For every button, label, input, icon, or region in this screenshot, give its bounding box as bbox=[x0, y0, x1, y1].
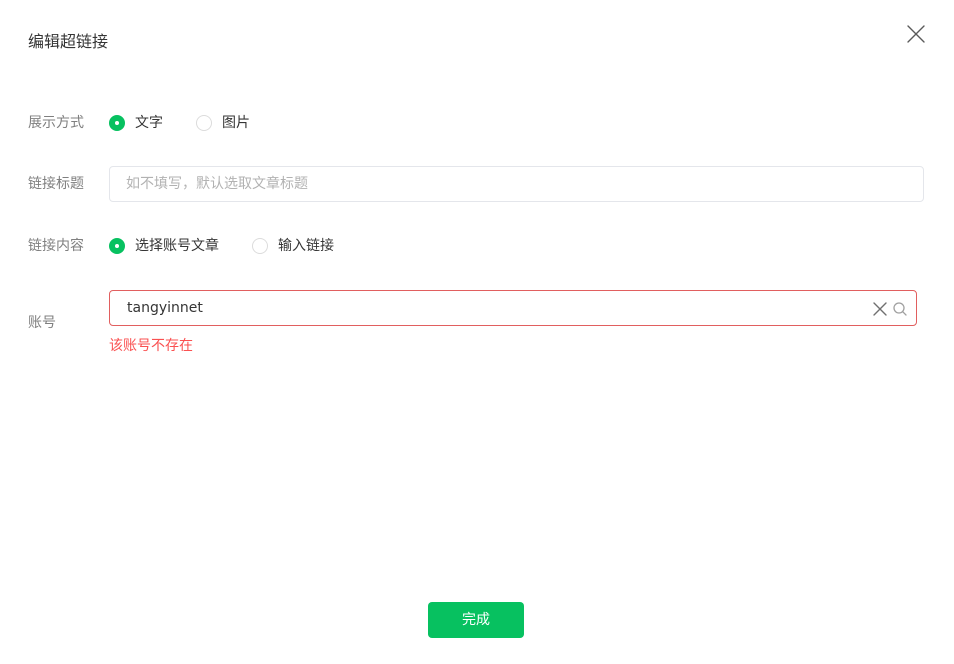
radio-label: 输入链接 bbox=[278, 238, 334, 254]
link-title-input[interactable] bbox=[109, 166, 924, 202]
radio-label: 文字 bbox=[135, 115, 163, 131]
link-title-label: 链接标题 bbox=[28, 176, 84, 192]
radio-select-account-article[interactable]: 选择账号文章 bbox=[109, 236, 219, 256]
account-error-message: 该账号不存在 bbox=[109, 338, 193, 354]
radio-label: 图片 bbox=[222, 115, 250, 131]
radio-input-link[interactable]: 输入链接 bbox=[252, 236, 334, 256]
radio-unchecked-icon[interactable] bbox=[252, 238, 268, 254]
clear-icon[interactable] bbox=[872, 301, 888, 317]
display-mode-label: 展示方式 bbox=[28, 115, 84, 131]
account-value[interactable]: tangyinnet bbox=[127, 299, 203, 317]
account-label: 账号 bbox=[28, 315, 56, 331]
link-content-label: 链接内容 bbox=[28, 238, 84, 254]
search-icon[interactable] bbox=[892, 301, 908, 317]
radio-unchecked-icon[interactable] bbox=[196, 115, 212, 131]
dialog-title: 编辑超链接 bbox=[28, 32, 109, 51]
radio-display-text[interactable]: 文字 bbox=[109, 113, 163, 133]
radio-label: 选择账号文章 bbox=[135, 238, 219, 254]
radio-checked-icon[interactable] bbox=[109, 238, 125, 254]
account-search-input[interactable]: tangyinnet bbox=[109, 290, 917, 326]
edit-hyperlink-dialog: 编辑超链接 展示方式 文字 图片 链接标题 链接内容 选择账号文章 输入链接 账… bbox=[0, 0, 954, 664]
close-icon[interactable] bbox=[904, 22, 928, 46]
radio-checked-icon[interactable] bbox=[109, 115, 125, 131]
radio-display-image[interactable]: 图片 bbox=[196, 113, 250, 133]
done-button[interactable]: 完成 bbox=[428, 602, 524, 638]
